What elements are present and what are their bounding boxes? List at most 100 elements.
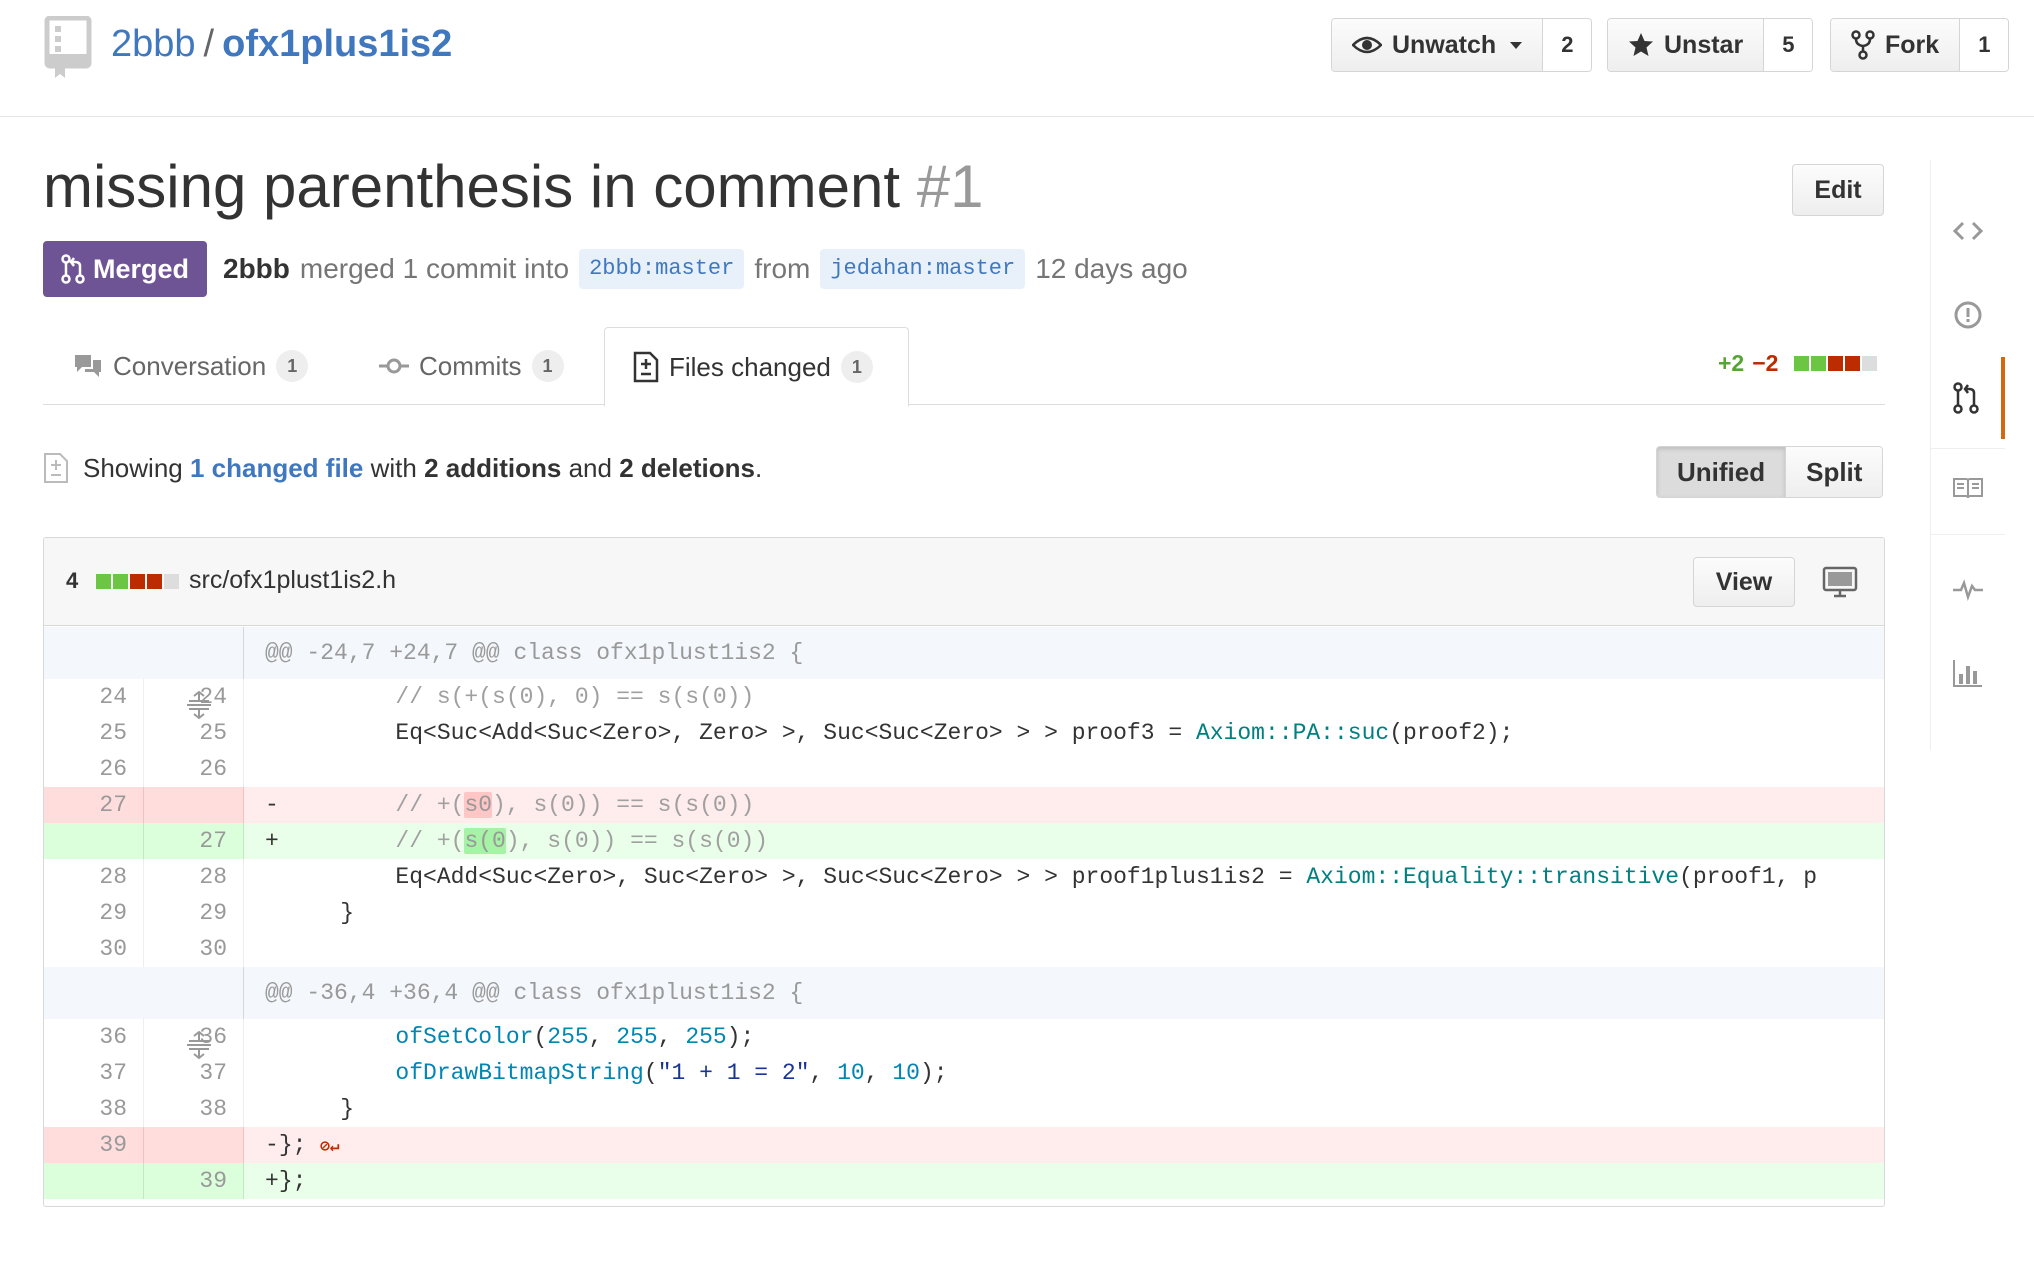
tab-conversation[interactable]: Conversation 1 <box>73 327 309 405</box>
head-branch[interactable]: jedahan:master <box>820 249 1026 289</box>
expand-control[interactable] <box>44 627 244 720</box>
tab-files-changed[interactable]: Files changed 1 <box>604 327 909 407</box>
new-line-number[interactable]: 37 <box>144 1055 244 1091</box>
split-view-button[interactable]: Split <box>1786 447 1883 497</box>
summary-period: . <box>755 452 763 483</box>
star-group: Unstar 5 <box>1607 18 1814 72</box>
chevron-down-icon <box>1510 41 1523 49</box>
issue-opened-icon <box>1954 301 1982 329</box>
new-line-number[interactable]: 25 <box>144 715 244 751</box>
watchers-count[interactable]: 2 <box>1543 19 1592 71</box>
file-diff-icon <box>44 453 68 483</box>
tab-commits[interactable]: Commits 1 <box>379 327 564 405</box>
git-merge-icon <box>61 254 85 284</box>
new-line-number[interactable]: 24 <box>144 679 244 715</box>
old-line-number[interactable]: 25 <box>44 715 144 751</box>
repo-owner-link[interactable]: 2bbb <box>111 23 196 65</box>
new-line-number[interactable]: 30 <box>144 931 244 967</box>
diff-code: ofSetColor(255, 255, 255); <box>395 1024 755 1050</box>
repo-sidebar-nav <box>1930 160 2005 750</box>
unified-view-button[interactable]: Unified <box>1657 447 1787 497</box>
expand-control[interactable] <box>44 967 244 1060</box>
diff-code: - // +(s0), s(0)) == s(s(0)) <box>265 792 755 818</box>
old-line-number[interactable]: 39 <box>44 1127 144 1163</box>
pr-meta: 2bbb merged 1 commit into 2bbb:master fr… <box>223 247 1188 291</box>
hunk-header: @@ -36,4 +36,4 @@ class ofx1plust1is2 { <box>44 967 1884 1060</box>
file-diffstat-blocks <box>96 573 180 589</box>
old-line-number[interactable]: 28 <box>44 859 144 895</box>
unstar-button[interactable]: Unstar <box>1608 19 1765 71</box>
file-diff-icon <box>633 351 659 383</box>
old-line-number[interactable] <box>44 1163 144 1199</box>
new-line-number[interactable]: 29 <box>144 895 244 931</box>
device-desktop-icon[interactable] <box>1822 564 1858 600</box>
old-line-number[interactable]: 29 <box>44 895 144 931</box>
unwatch-label: Unwatch <box>1392 30 1497 59</box>
new-line-number[interactable]: 39 <box>144 1163 244 1199</box>
star-icon <box>1629 33 1653 56</box>
diff-row: 30 30 <box>44 931 1884 967</box>
new-line-number[interactable] <box>144 787 244 823</box>
nav-pulse[interactable] <box>1931 548 2005 630</box>
view-file-button[interactable]: View <box>1693 557 1795 607</box>
old-line-number[interactable] <box>44 823 144 859</box>
code-icon <box>1953 221 1983 241</box>
merged-time: 12 days ago <box>1035 253 1188 284</box>
summary-and: and <box>568 452 612 483</box>
new-line-number[interactable]: 27 <box>144 823 244 859</box>
forks-count[interactable]: 1 <box>1960 19 2009 71</box>
new-line-number[interactable]: 26 <box>144 751 244 787</box>
new-line-number[interactable]: 28 <box>144 859 244 895</box>
diff-code: + // +(s(0), s(0)) == s(s(0)) <box>265 828 769 854</box>
diff-code: Eq<Add<Suc<Zero>, Suc<Zero> >, Suc<Suc<Z… <box>285 864 1818 890</box>
unwatch-button[interactable]: Unwatch <box>1332 19 1544 71</box>
old-line-number[interactable]: 26 <box>44 751 144 787</box>
file-change-count: 4 <box>66 568 79 593</box>
new-line-number[interactable] <box>144 1127 244 1163</box>
old-line-number[interactable]: 36 <box>44 1019 144 1055</box>
hunk-header-text: @@ -24,7 +24,7 @@ class ofx1plust1is2 { <box>245 627 1884 679</box>
base-branch[interactable]: 2bbb:master <box>579 249 745 289</box>
summary-additions: 2 additions <box>424 452 562 483</box>
repo-name-link[interactable]: ofx1plus1is2 <box>222 23 452 65</box>
file-path[interactable]: src/ofx1plust1is2.h <box>189 566 396 595</box>
old-line-number[interactable]: 30 <box>44 931 144 967</box>
diff-code: +}; <box>265 1168 307 1194</box>
fork-group: Fork 1 <box>1830 18 2010 72</box>
diff-row-deletion: 27 - // +(s0), s(0)) == s(s(0)) <box>44 787 1884 823</box>
diff-code: } <box>285 1096 355 1122</box>
nav-graphs[interactable] <box>1931 632 2005 714</box>
changed-files-link[interactable]: 1 changed file <box>190 453 363 483</box>
author-link[interactable]: 2bbb <box>223 247 290 291</box>
diff-row-addition: 27 + // +(s(0), s(0)) == s(s(0)) <box>44 823 1884 859</box>
fork-button[interactable]: Fork <box>1831 19 1961 71</box>
repo-icon <box>44 16 92 78</box>
diffstat-additions: +2 <box>1718 350 1745 376</box>
edit-title-button[interactable]: Edit <box>1792 164 1884 216</box>
diff-code <box>245 751 1884 787</box>
diff-row-addition: 39 +}; <box>44 1163 1884 1199</box>
old-line-number[interactable]: 27 <box>44 787 144 823</box>
new-line-number[interactable]: 36 <box>144 1019 244 1055</box>
fork-icon <box>1851 30 1875 60</box>
nav-issues[interactable] <box>1931 274 2005 356</box>
diff-row: 25 25 Eq<Suc<Add<Suc<Zero>, Zero> >, Suc… <box>44 715 1884 751</box>
diff-summary: Showing 1 changed file with 2 additions … <box>43 452 762 484</box>
diff-code: Eq<Suc<Add<Suc<Zero>, Zero> >, Suc<Suc<Z… <box>285 720 1514 746</box>
diff-code: ofDrawBitmapString("1 + 1 = 2", 10, 10); <box>395 1060 948 1086</box>
hunk-header-text: @@ -36,4 +36,4 @@ class ofx1plust1is2 { <box>245 967 1884 1019</box>
graph-icon <box>1953 660 1982 687</box>
new-line-number[interactable]: 38 <box>144 1091 244 1127</box>
diff-row: 26 26 <box>44 751 1884 787</box>
nav-code[interactable] <box>1931 190 2005 272</box>
old-line-number[interactable]: 38 <box>44 1091 144 1127</box>
diff-code: } <box>285 900 355 926</box>
old-line-number[interactable]: 24 <box>44 679 144 715</box>
file-diffstat: 4 <box>66 568 180 594</box>
stargazers-count[interactable]: 5 <box>1764 19 1813 71</box>
nav-wiki[interactable] <box>1931 447 2005 529</box>
repo-title: 2bbb / ofx1plus1is2 <box>111 22 452 66</box>
old-line-number[interactable]: 37 <box>44 1055 144 1091</box>
book-icon <box>1953 478 1983 499</box>
tab-conversation-count: 1 <box>276 350 309 382</box>
